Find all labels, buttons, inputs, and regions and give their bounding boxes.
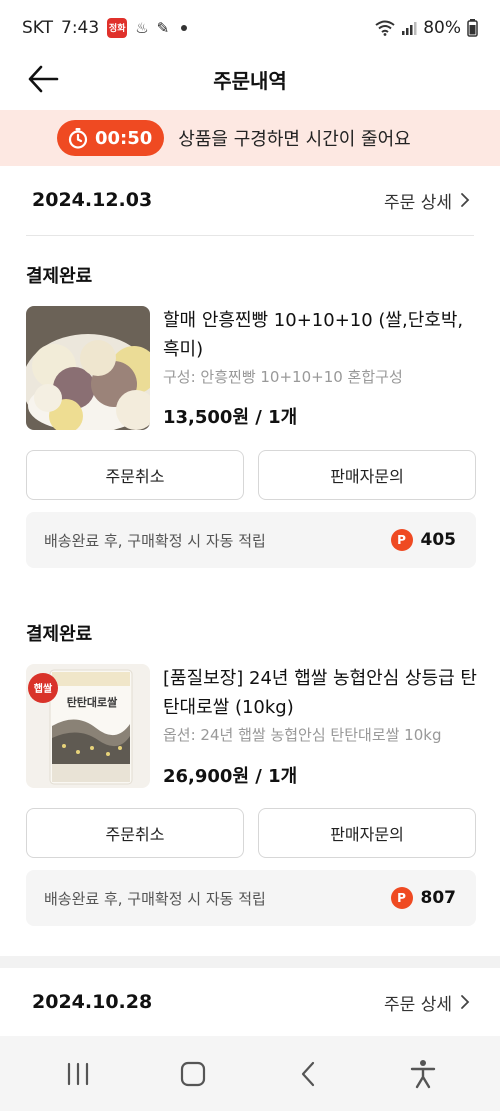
product-price: 26,900원 / 1개	[163, 766, 298, 787]
order-status: 결제완료	[26, 624, 93, 645]
point-coin-icon: P	[390, 887, 413, 909]
home-icon	[180, 1061, 205, 1086]
section-divider	[0, 956, 500, 968]
status-right: 80%	[375, 18, 478, 38]
point-value: 405	[420, 530, 457, 550]
product-image[interactable]: 햅쌀 탄탄대로쌀	[26, 664, 150, 788]
signal-icon	[402, 21, 417, 35]
divider	[26, 235, 474, 236]
battery-icon	[467, 18, 478, 37]
product-name[interactable]: 할매 안흥찐빵 10+10+10 (쌀,단호박,흑미)	[163, 306, 478, 364]
home-button[interactable]	[163, 1049, 223, 1099]
system-nav-bar	[0, 1036, 500, 1111]
chevron-right-icon	[461, 193, 470, 207]
seller-inquiry-button[interactable]: 판매자문의	[258, 450, 476, 500]
order-date: 2024.10.28	[32, 991, 153, 1013]
notification-icon-2: ✎	[156, 18, 170, 37]
rice-badge-text: 햅쌀	[34, 682, 53, 695]
back-arrow-icon	[28, 65, 59, 93]
status-bar: SKT 7:43 정화 ♨ ✎ 80%	[0, 0, 500, 55]
back-button[interactable]	[24, 62, 62, 96]
point-info-box: 배송완료 후, 구매확정 시 자동 적립 P 807	[26, 870, 476, 926]
accessibility-button[interactable]	[393, 1049, 453, 1099]
order-detail-link[interactable]: 주문 상세	[384, 990, 470, 1015]
point-coin-icon: P	[390, 529, 413, 551]
back-nav-button[interactable]	[278, 1049, 338, 1099]
point-info-box: 배송완료 후, 구매확정 시 자동 적립 P 405	[26, 512, 476, 568]
product-price: 13,500원 / 1개	[163, 407, 298, 428]
back-nav-icon	[301, 1061, 314, 1086]
wifi-icon	[375, 20, 395, 36]
point-value-wrap: P 405	[390, 529, 457, 551]
app-header: 주문내역	[0, 50, 500, 108]
point-value-wrap: P 807	[390, 887, 457, 909]
order-date-row: 2024.10.28 주문 상세	[0, 968, 500, 1036]
rice-bag-label: 탄탄대로쌀	[67, 695, 118, 709]
point-description: 배송완료 후, 구매확정 시 자동 적립	[44, 889, 266, 908]
product-name[interactable]: [품질보장] 24년 햅쌀 농협안심 상등급 탄탄대로쌀 (10kg)	[163, 664, 478, 722]
product-option: 구성: 안흥찐빵 10+10+10 혼합구성	[163, 368, 403, 386]
rice-bag-image: 햅쌀 탄탄대로쌀	[26, 664, 150, 788]
timer-banner[interactable]: 00:50 상품을 구경하면 시간이 줄어요	[0, 110, 500, 166]
order-detail-label: 주문 상세	[384, 192, 452, 213]
cancel-order-button[interactable]: 주문취소	[26, 450, 244, 500]
chevron-right-icon	[461, 995, 470, 1009]
accessibility-icon	[410, 1059, 435, 1088]
carrier-label: SKT	[22, 17, 54, 38]
more-notifications-icon	[181, 24, 188, 31]
notification-badge-icon: 정화	[107, 17, 128, 38]
seller-inquiry-button[interactable]: 판매자문의	[258, 808, 476, 858]
cancel-order-button[interactable]: 주문취소	[26, 808, 244, 858]
point-description: 배송완료 후, 구매확정 시 자동 적립	[44, 531, 266, 550]
timer-pill: 00:50	[57, 120, 165, 156]
recent-apps-button[interactable]	[48, 1049, 108, 1099]
timer-value: 00:50	[95, 127, 153, 149]
page-title: 주문내역	[213, 68, 287, 93]
steamed-buns-image	[26, 306, 150, 430]
order-date: 2024.12.03	[32, 189, 153, 211]
order-date-row: 2024.12.03 주문 상세	[0, 166, 500, 234]
clock: 7:43	[61, 17, 100, 38]
product-option: 옵션: 24년 햅쌀 농협안심 탄탄대로쌀 10kg	[163, 726, 442, 744]
point-value: 807	[420, 888, 457, 908]
recent-apps-icon	[67, 1062, 88, 1085]
battery-percent: 80%	[423, 17, 461, 38]
notification-icon: ♨	[135, 18, 149, 37]
order-detail-link[interactable]: 주문 상세	[384, 188, 470, 213]
stopwatch-icon	[68, 128, 88, 149]
timer-message: 상품을 구경하면 시간이 줄어요	[178, 129, 411, 150]
order-detail-label: 주문 상세	[384, 994, 452, 1015]
order-status: 결제완료	[26, 266, 93, 287]
product-image[interactable]	[26, 306, 150, 430]
status-left: SKT 7:43 정화 ♨ ✎	[22, 17, 188, 38]
